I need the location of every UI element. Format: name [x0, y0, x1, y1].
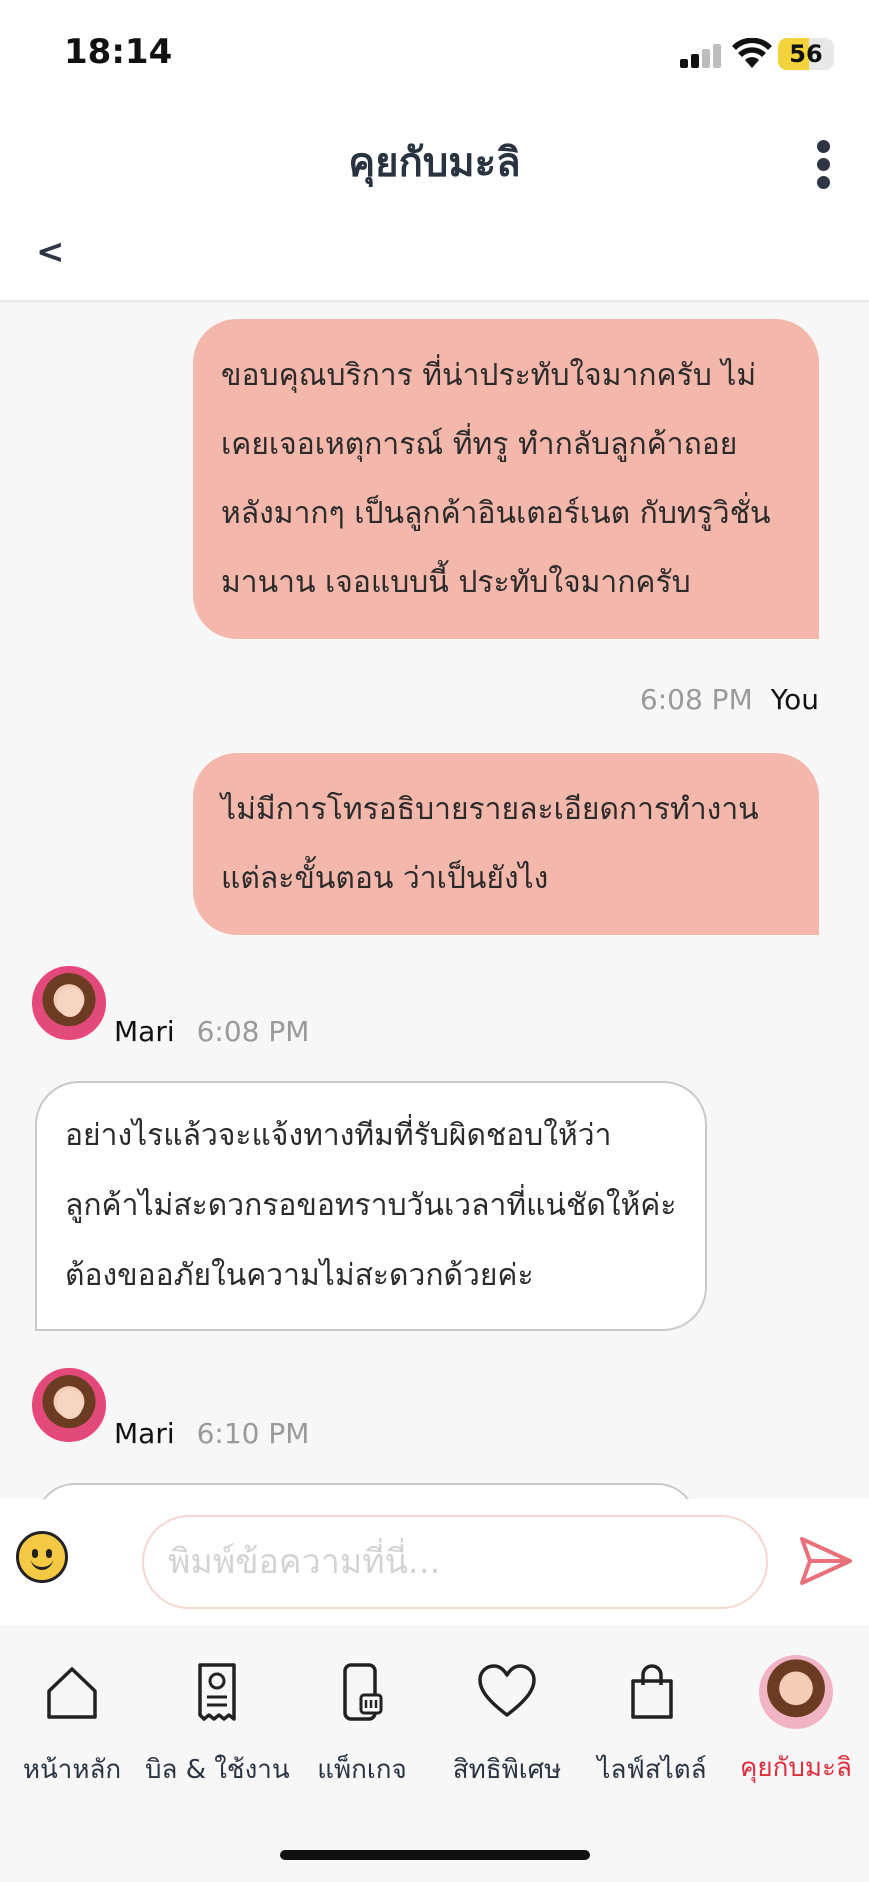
mali-avatar-icon [759, 1655, 833, 1729]
nav-label: ไลฟ์สไตล์ [597, 1755, 707, 1785]
nav-label: บิล & ใช้งาน [145, 1755, 290, 1785]
battery-icon: 56 [778, 38, 834, 70]
bot-message [35, 1483, 697, 1499]
nav-item-privileges[interactable]: สิทธิพิเศษ [435, 1661, 579, 1790]
message-meta: Mari 6:08 PM [114, 1015, 309, 1048]
nav-item-lifestyle[interactable]: ไลฟ์สไตล์ [580, 1661, 724, 1790]
wifi-icon [732, 38, 772, 68]
nav-item-bill[interactable]: บิล & ใช้งาน [145, 1661, 290, 1790]
message-input[interactable] [142, 1515, 768, 1609]
sender-name: Mari [114, 1015, 175, 1048]
message-composer [0, 1499, 869, 1625]
nav-label: หน้าหลัก [22, 1755, 122, 1785]
status-bar: 18:14 56 [0, 0, 869, 100]
chat-header: คุยกับมะลิ < [0, 100, 869, 302]
bottom-navigation: หน้าหลัก บิล & ใช้งาน แพ็กเกจ สิทธิพิเศษ… [0, 1625, 869, 1882]
cellular-signal-icon [680, 44, 722, 68]
mari-avatar [32, 966, 106, 1040]
chat-messages[interactable]: ขอบคุณบริการ ที่น่าประทับใจมากครับ ไม่ เ… [0, 303, 869, 1499]
nav-label: สิทธิพิเศษ [452, 1755, 562, 1785]
message-time: 6:08 PM [639, 683, 753, 716]
nav-label: แพ็กเกจ [317, 1755, 407, 1785]
emoji-button[interactable] [16, 1531, 68, 1583]
shopping-bag-icon [631, 1664, 673, 1719]
heart-icon [478, 1664, 536, 1717]
home-indicator [280, 1850, 590, 1860]
sender-name: You [770, 683, 819, 716]
home-icon [47, 1667, 97, 1719]
status-time: 18:14 [64, 32, 173, 72]
mari-avatar [32, 1368, 106, 1442]
back-button[interactable]: < [36, 232, 65, 272]
battery-level: 56 [789, 40, 823, 68]
page-title: คุยกับมะลิ [348, 140, 521, 186]
package-icon [343, 1663, 383, 1721]
bill-icon [198, 1663, 236, 1721]
nav-item-package[interactable]: แพ็กเกจ [290, 1661, 434, 1790]
bot-message: อย่างไรแล้วจะแจ้งทางทีมที่รับผิดชอบให้ว่… [35, 1081, 707, 1331]
message-meta: 6:08 PM You [640, 683, 819, 716]
user-message: ขอบคุณบริการ ที่น่าประทับใจมากครับ ไม่ เ… [193, 319, 819, 639]
nav-label: คุยกับมะลิ [740, 1753, 852, 1783]
sender-name: Mari [114, 1417, 175, 1450]
nav-item-home[interactable]: หน้าหลัก [0, 1661, 144, 1790]
message-time: 6:10 PM [196, 1417, 310, 1450]
nav-item-chat-mali[interactable]: คุยกับมะลิ [724, 1655, 868, 1788]
message-meta: Mari 6:10 PM [114, 1417, 309, 1450]
more-options-button[interactable] [809, 138, 839, 190]
message-time: 6:08 PM [196, 1015, 310, 1048]
user-message: ไม่มีการโทรอธิบายรายละเอียดการทำงาน แต่ล… [193, 753, 819, 935]
send-button[interactable] [798, 1533, 854, 1589]
